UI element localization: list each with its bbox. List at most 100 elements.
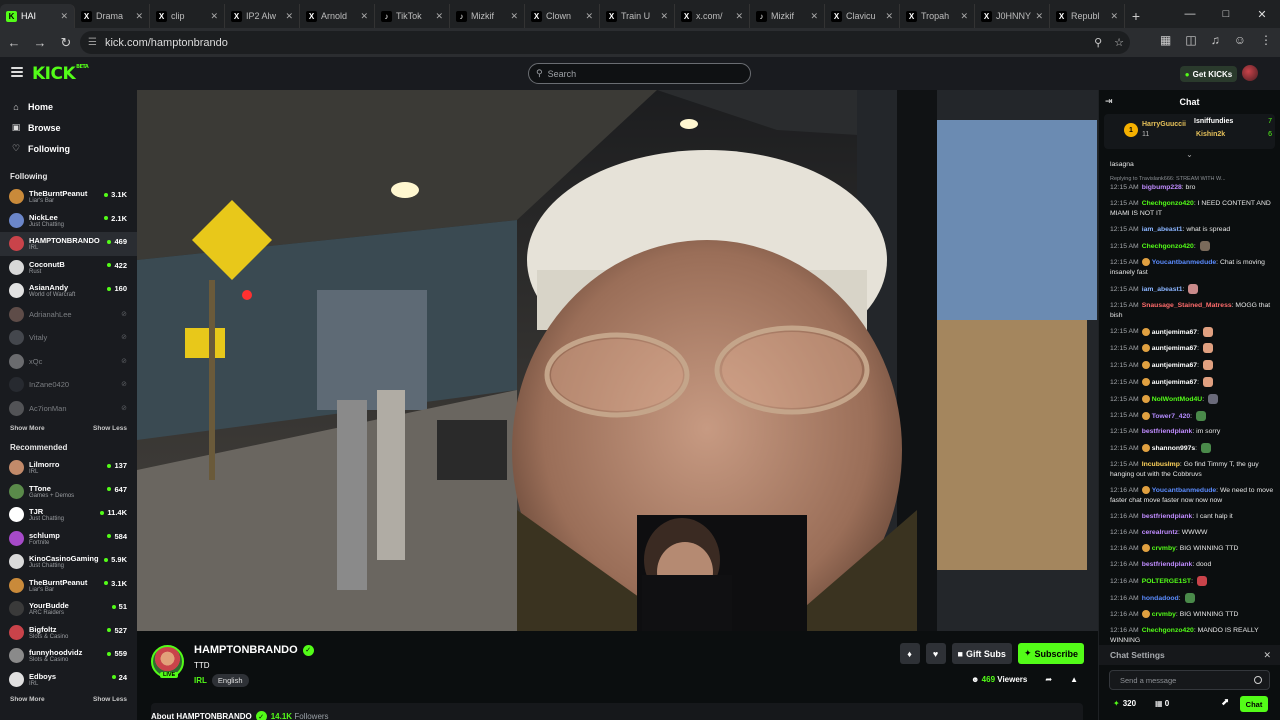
browser-tab[interactable]: ♪ Mizkif ✕ — [450, 4, 525, 28]
close-tab-icon[interactable]: ✕ — [285, 11, 293, 22]
back-icon[interactable]: ← — [2, 31, 26, 55]
close-tab-icon[interactable]: ✕ — [885, 11, 893, 22]
close-tab-icon[interactable]: ✕ — [435, 11, 443, 22]
browser-tab[interactable]: X Clavicu ✕ — [825, 4, 900, 28]
menu-dots-icon[interactable]: ⋮ — [1260, 33, 1272, 47]
chat-username[interactable]: Snausage_Stained_Matress — [1142, 302, 1232, 309]
chat-settings-bar[interactable]: Chat Settings ✕ — [1099, 645, 1280, 665]
show-more-link[interactable]: Show More — [10, 696, 45, 703]
show-less-link[interactable]: Show Less — [93, 425, 127, 432]
media-icon[interactable]: ♫ — [1211, 33, 1220, 47]
browser-tab[interactable]: K HAI ✕ — [0, 4, 75, 28]
sidebar-channel[interactable]: Bigfoltz Slots & Casino 527 — [0, 621, 137, 645]
close-tab-icon[interactable]: ✕ — [360, 11, 368, 22]
close-tab-icon[interactable]: ✕ — [810, 11, 818, 22]
sidebar-channel[interactable]: schlump Fortnite 584 — [0, 527, 137, 551]
chat-username[interactable]: shannon997s — [1152, 445, 1195, 452]
chat-username[interactable]: iam_abeast1 — [1142, 226, 1183, 233]
cast-icon[interactable]: ◫ — [1185, 33, 1196, 47]
browser-tab[interactable]: X Republ ✕ — [1050, 4, 1125, 28]
chat-send-button[interactable]: Chat — [1240, 696, 1268, 712]
bookmark-star-icon[interactable]: ☆ — [1114, 36, 1124, 49]
sidebar-channel[interactable]: HAMPTONBRANDO IRL 469 — [0, 232, 137, 256]
sidebar-channel[interactable]: TTone Games + Demos 647 — [0, 480, 137, 504]
sidebar-channel[interactable]: YourBudde ARC Raiders 51 — [0, 597, 137, 621]
reply-preview[interactable]: Replying to Travislank666: STREAM WITH W… — [1110, 176, 1275, 182]
site-info-icon[interactable]: ☰ — [88, 37, 97, 48]
collapse-chat-icon[interactable]: ⇥ — [1105, 96, 1113, 107]
sidebar-channel[interactable]: Lilmorro IRL 137 — [0, 456, 137, 480]
chat-username[interactable]: bestfriendplank — [1142, 428, 1193, 435]
chevron-down-icon[interactable]: ⌄ — [1099, 150, 1280, 159]
close-tab-icon[interactable]: ✕ — [660, 11, 668, 22]
chat-username[interactable]: crvmby — [1152, 545, 1176, 552]
browser-tab[interactable]: Xclip ✕ — [150, 4, 225, 28]
chat-username[interactable]: POLTERGE1ST — [1142, 578, 1191, 585]
drops-count[interactable]: ▦ 0 — [1155, 699, 1169, 708]
show-less-link[interactable]: Show Less — [93, 696, 127, 703]
sidebar-channel[interactable]: funnyhoodvidz Slots & Casino 559 — [0, 644, 137, 668]
close-tab-icon[interactable]: ✕ — [1035, 11, 1043, 22]
browser-tab[interactable]: X Train U ✕ — [600, 4, 675, 28]
channel-points[interactable]: ✦ 320 — [1113, 699, 1136, 708]
browser-tab[interactable]: X Tropah ✕ — [900, 4, 975, 28]
minimize-icon[interactable]: — — [1172, 0, 1208, 28]
emoji-icon[interactable] — [1254, 676, 1262, 684]
sidebar-channel[interactable]: Ac7ionMan ⊘ — [0, 397, 137, 421]
chat-username[interactable]: bestfriendplank — [1142, 561, 1193, 568]
close-window-icon[interactable]: ✕ — [1244, 0, 1280, 28]
chat-username[interactable]: IncubusImp — [1142, 461, 1180, 468]
nav-home[interactable]: ⌂ Home — [0, 96, 137, 117]
browser-tab[interactable]: X Arnold ✕ — [300, 4, 375, 28]
category-link[interactable]: IRL — [194, 676, 207, 685]
close-tab-icon[interactable]: ✕ — [210, 11, 218, 22]
close-tab-icon[interactable]: ✕ — [135, 11, 143, 22]
close-tab-icon[interactable]: ✕ — [1110, 11, 1118, 22]
chat-message-input[interactable]: Send a message — [1109, 670, 1270, 690]
sidebar-channel[interactable]: NickLee Just Chatting 2.1K — [0, 209, 137, 233]
chat-username[interactable]: hondadood — [1142, 595, 1179, 602]
chat-username[interactable]: Chechgonzo420 — [1142, 627, 1194, 634]
get-kicks-button[interactable]: ● Get KICKs — [1180, 66, 1237, 82]
close-tab-icon[interactable]: ✕ — [735, 11, 743, 22]
forward-icon[interactable]: → — [28, 31, 52, 55]
browser-tab[interactable]: ♪ Mizkif ✕ — [750, 4, 825, 28]
chat-username[interactable]: auntjemima67 — [1152, 379, 1197, 386]
sidebar-channel[interactable]: Edboys IRL 24 — [0, 668, 137, 692]
nav-following[interactable]: ♡ Following — [0, 138, 137, 159]
profile-icon[interactable]: ☺ — [1234, 33, 1246, 47]
chat-username[interactable]: NoIWontMod4U — [1152, 396, 1202, 403]
close-tab-icon[interactable]: ✕ — [510, 11, 518, 22]
language-tag[interactable]: English — [211, 674, 249, 687]
search-input[interactable]: ⚲ Search — [528, 63, 751, 84]
sidebar-channel[interactable]: AsianAndy World of Warcraft 160 — [0, 279, 137, 303]
sidebar-channel[interactable]: TheBurntPeanut Liar's Bar 3.1K — [0, 574, 137, 598]
browser-tab[interactable]: X Clown ✕ — [525, 4, 600, 28]
chat-username[interactable]: cerealruntz — [1142, 529, 1178, 536]
chat-username[interactable]: Youcantbanmedude — [1152, 487, 1216, 494]
close-icon[interactable]: ✕ — [1263, 650, 1271, 661]
channel-name[interactable]: HAMPTONBRANDO ✓ — [194, 644, 314, 656]
report-icon[interactable]: ▲ — [1070, 675, 1078, 684]
reload-icon[interactable]: ↻ — [54, 31, 78, 55]
leader-second[interactable]: Isniffundies — [1194, 118, 1233, 125]
user-avatar[interactable] — [1242, 65, 1258, 81]
chat-username[interactable]: crvmby — [1152, 611, 1176, 618]
nav-browse[interactable]: ▣ Browse — [0, 117, 137, 138]
leader-third[interactable]: Kishin2k — [1196, 131, 1225, 138]
subscribe-button[interactable]: ✦ Subscribe — [1017, 643, 1084, 664]
chat-username[interactable]: bigbump228 — [1142, 184, 1182, 191]
hamburger-menu-icon[interactable] — [11, 67, 23, 77]
chat-username[interactable]: Chechgonzo420 — [1142, 243, 1194, 250]
browser-tab[interactable]: Xx.com/ ✕ — [675, 4, 750, 28]
sidebar-channel[interactable]: CoconutB Rust 422 — [0, 256, 137, 280]
sidebar-channel[interactable]: TheBurntPeanut Liar's Bar 3.1K — [0, 185, 137, 209]
zoom-icon[interactable]: ⚲ — [1094, 36, 1102, 49]
maximize-icon[interactable]: □ — [1208, 0, 1244, 28]
browser-tab[interactable]: X J0HNNY ✕ — [975, 4, 1050, 28]
chat-username[interactable]: auntjemima67 — [1152, 345, 1197, 352]
notification-bell-button[interactable]: ♦ — [899, 643, 920, 664]
sidebar-channel[interactable]: TJR Just Chatting 11.4K — [0, 503, 137, 527]
browser-tab[interactable]: ♪ TikTok ✕ — [375, 4, 450, 28]
sidebar-channel[interactable]: AdrianahLee ⊘ — [0, 303, 137, 327]
